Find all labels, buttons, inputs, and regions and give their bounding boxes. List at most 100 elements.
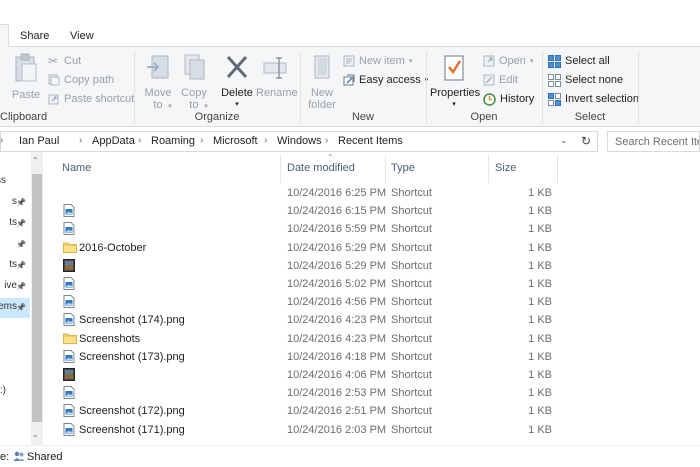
breadcrumb-item[interactable]: AppData [92,135,135,147]
file-row[interactable]: 10/24/2016 4:56 PM Shortcut 1 KB [57,293,700,311]
file-row[interactable]: 10/24/2016 2:53 PM Shortcut 1 KB [57,384,700,402]
paste-button[interactable]: Paste [8,53,44,101]
file-type: Shortcut [391,405,432,418]
new-folder-icon [314,55,330,79]
edit-button[interactable]: Edit [483,72,518,88]
breadcrumb-item-current[interactable]: Recent Items [338,135,403,147]
properties-button[interactable]: Properties ▾ [430,53,480,111]
breadcrumb-item[interactable]: Microsoft [213,135,258,147]
nav-item[interactable]: ems 📌 [0,298,30,318]
column-divider[interactable] [280,155,281,183]
breadcrumb-item[interactable]: Windows [277,135,322,147]
file-size: 1 KB [528,423,552,436]
nav-item[interactable]: 📌 [0,235,30,255]
cut-button[interactable]: ✂ Cut [48,53,81,69]
pin-icon[interactable]: 📌 [16,261,26,270]
column-divider[interactable] [488,155,489,183]
file-row[interactable]: 10/24/2016 6:25 PM Shortcut 1 KB [57,184,700,202]
easy-access-icon [343,74,355,86]
file-row[interactable]: 10/24/2016 5:29 PM Shortcut 1 KB [57,257,700,275]
scissors-icon: ✂ [48,54,59,68]
select-none-button[interactable]: Select none [548,72,623,88]
copy-path-button[interactable]: Copy path [48,72,114,88]
breadcrumb-item[interactable]: Ian Paul [19,135,59,147]
file-row[interactable]: Screenshot (172).png 10/24/2016 2:51 PM Sh… [57,402,700,420]
edit-icon [483,74,495,86]
select-all-button[interactable]: Select all [548,53,610,69]
search-box[interactable]: Search Recent Items [607,131,700,152]
navigation-pane: sss📌ts📌📌ts📌ive📌ems📌:) [0,152,30,445]
nav-item[interactable]: :) [0,382,30,402]
tab-home-edge[interactable] [0,24,9,48]
file-row[interactable]: 10/24/2016 5:59 PM Shortcut 1 KB [57,220,700,238]
file-row[interactable]: Screenshot (174).png 10/24/2016 4:23 PM Sh… [57,311,700,329]
image-icon [63,295,75,309]
ribbon-divider [300,51,301,123]
paste-shortcut-label: Paste shortcut [64,93,135,105]
history-button[interactable]: History [483,91,534,107]
easy-access-button[interactable]: Easy access ▾ [343,72,428,88]
column-divider[interactable] [385,155,386,183]
pin-icon[interactable]: 📌 [16,303,26,312]
nav-item[interactable] [0,361,30,381]
open-label: Open [499,55,526,67]
file-size: 1 KB [528,278,552,290]
paste-shortcut-button[interactable]: Paste shortcut [48,91,134,107]
breadcrumb-chevron-icon[interactable]: › [325,135,328,146]
file-size: 1 KB [528,241,552,254]
image-icon [63,204,75,218]
refresh-icon[interactable]: ↻ [581,134,591,148]
move-to-button[interactable]: Move to ▾ [140,53,176,113]
open-group-label: Open [470,111,498,123]
nav-item[interactable]: ive 📌 [0,277,30,297]
file-row[interactable]: 10/24/2016 5:02 PM Shortcut 1 KB [57,275,700,293]
new-folder-label: New folder [308,87,336,111]
column-divider[interactable] [557,155,558,183]
file-row[interactable]: Screenshot (173).png 10/24/2016 4:18 PM Sh… [57,348,700,366]
copy-to-button[interactable]: Copy to ▾ [176,53,212,113]
breadcrumb-item[interactable]: Roaming [151,135,195,147]
breadcrumb-chevron-icon[interactable]: › [79,135,82,146]
new-folder-button[interactable]: New folder [304,53,340,111]
invert-selection-button[interactable]: Invert selection [548,91,639,107]
breadcrumb-chevron-icon[interactable]: › [138,135,141,146]
properties-icon [444,55,464,81]
folder-icon [63,241,77,254]
file-row[interactable]: 10/24/2016 6:15 PM Shortcut 1 KB [57,202,700,220]
nav-item[interactable] [0,319,30,339]
breadcrumb-chevron-icon[interactable]: › [264,135,267,146]
address-dropdown-icon[interactable]: ⌄ [560,135,568,146]
nav-item[interactable]: ts 📌 [0,256,30,276]
cut-label: Cut [64,55,82,67]
file-type: Shortcut [391,223,432,236]
address-bar[interactable]: › Ian Paul › AppData › Roaming › Microso… [0,131,598,152]
tab-share[interactable]: Share [20,30,49,42]
scroll-up-arrow-icon[interactable]: ⌃ [32,156,39,165]
nav-item[interactable]: ts 📌 [0,214,30,234]
file-name: Screenshot (171).png [79,423,185,436]
pin-icon[interactable]: 📌 [16,240,26,249]
pin-icon[interactable]: 📌 [16,282,26,291]
file-name: Screenshot (173).png [79,350,185,363]
nav-item[interactable]: ss [0,172,30,192]
select-all-icon [548,54,561,68]
file-row[interactable]: Screenshot (171).png 10/24/2016 2:03 PM Sh… [57,421,700,439]
breadcrumb-chevron-icon[interactable]: › [200,135,203,146]
nav-scrollbar-thumb[interactable] [32,174,42,422]
tab-view[interactable]: View [70,30,94,42]
open-button[interactable]: Open ▾ [483,53,533,69]
file-row[interactable]: 10/24/2016 4:06 PM Shortcut 1 KB [57,366,700,384]
nav-item[interactable]: s 📌 [0,193,30,213]
file-row[interactable]: 2016-October 10/24/2016 5:29 PM Shortcut 1 … [57,239,700,257]
delete-button[interactable]: Delete ▾ [218,53,256,111]
scroll-down-arrow-icon[interactable]: ⌄ [32,430,39,439]
new-item-button[interactable]: New item ▾ [343,53,412,69]
nav-scrollbar[interactable]: ⌃ ⌄ [31,152,43,445]
file-date-modified: 10/24/2016 6:25 PM [287,187,387,199]
rename-button[interactable]: Rename [256,53,298,99]
pin-icon[interactable]: 📌 [16,198,26,207]
file-row[interactable]: Screenshots 10/24/2016 4:23 PM Shortcut 1 K… [57,330,700,348]
pin-icon[interactable]: 📌 [16,219,26,228]
nav-item[interactable] [0,340,30,360]
history-icon [483,92,496,106]
